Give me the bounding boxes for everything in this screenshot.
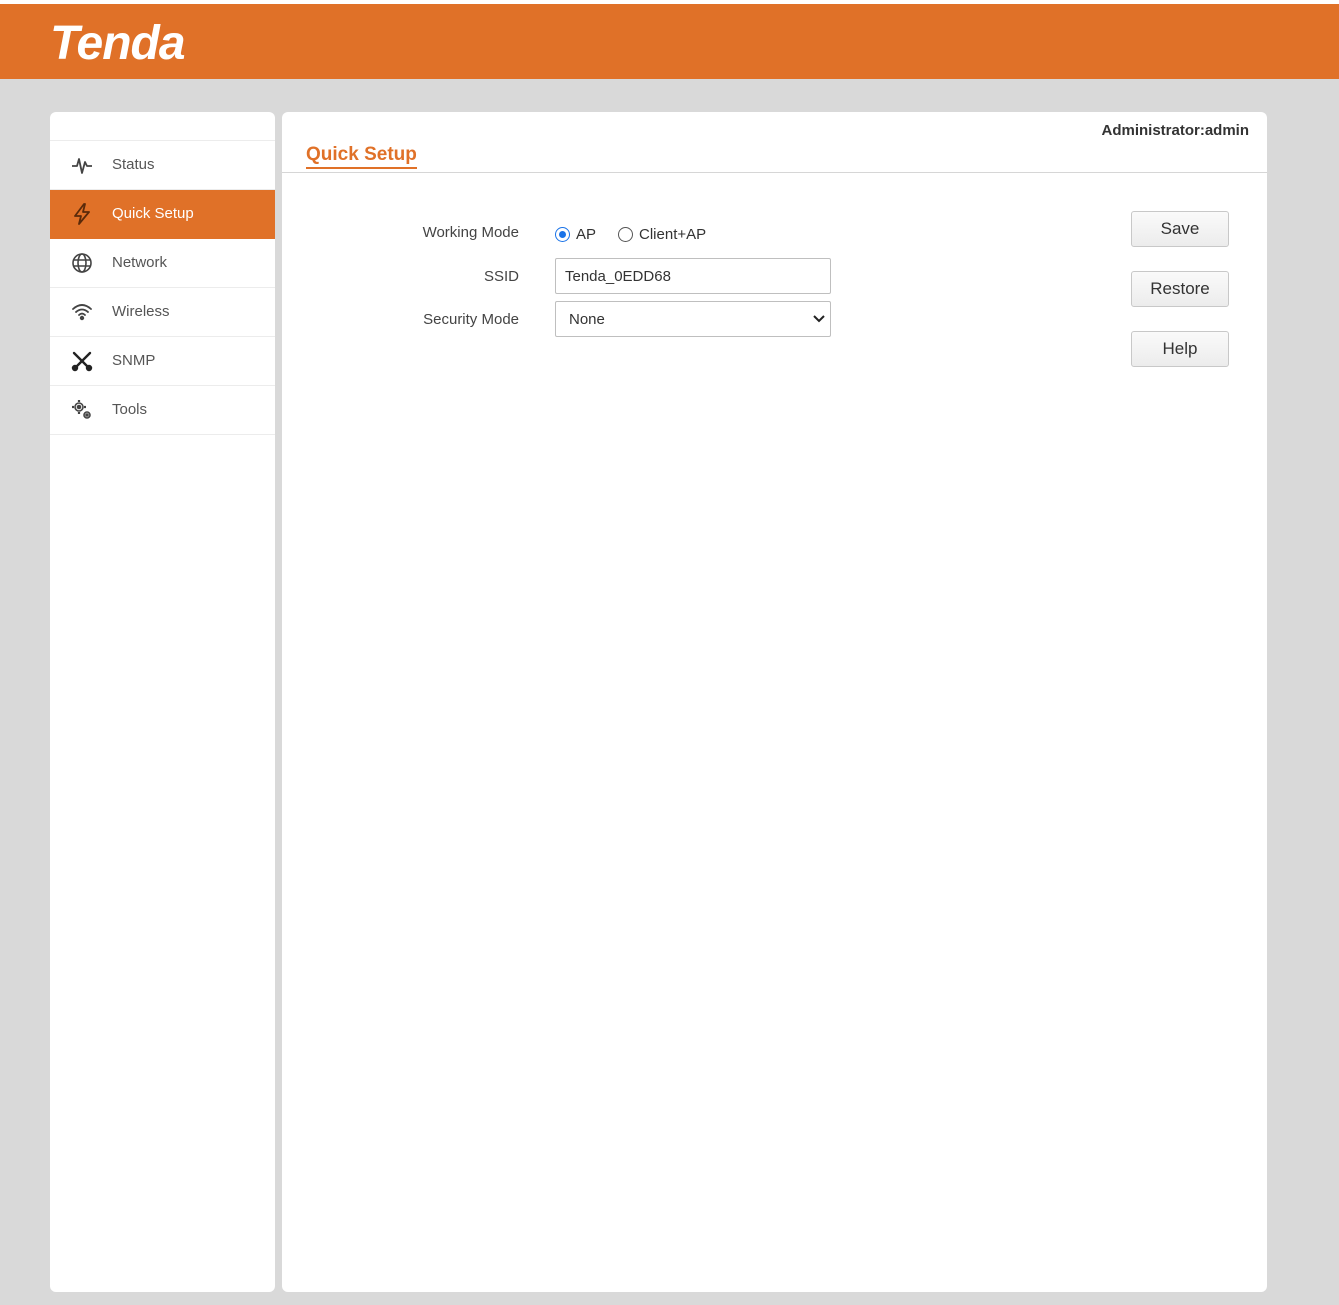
restore-button[interactable]: Restore — [1131, 271, 1229, 307]
sidebar-item-label: Tools — [112, 401, 148, 418]
pulse-icon — [70, 153, 94, 177]
page-title: Quick Setup — [306, 144, 417, 169]
main-panel: Administrator:admin Quick Setup Working … — [282, 112, 1267, 1292]
sidebar-item-tools[interactable]: Tools — [50, 386, 275, 435]
gears-icon — [70, 398, 94, 422]
sidebar-item-label: Quick Setup — [112, 205, 194, 222]
sidebar-item-status[interactable]: Status — [50, 141, 275, 190]
sidebar-item-label: SNMP — [112, 352, 156, 369]
sidebar-item-label: Wireless — [112, 303, 170, 320]
sidebar-spacer — [50, 112, 275, 141]
wifi-icon — [70, 300, 94, 324]
sidebar-item-label: Network — [112, 254, 168, 271]
app-header: Tenda — [0, 4, 1339, 79]
security-mode-select[interactable]: None — [555, 301, 831, 337]
security-mode-value: None — [569, 311, 605, 328]
security-mode-label: Security Mode — [423, 311, 519, 328]
tools-cross-icon — [70, 349, 94, 373]
admin-user-label: Administrator:admin — [1101, 122, 1249, 139]
ssid-label: SSID — [483, 268, 519, 285]
help-button[interactable]: Help — [1131, 331, 1229, 367]
save-button[interactable]: Save — [1131, 211, 1229, 247]
sidebar-item-wireless[interactable]: Wireless — [50, 288, 275, 337]
chevron-down-icon — [812, 312, 826, 326]
sidebar-item-network[interactable]: Network — [50, 239, 275, 288]
ssid-input[interactable] — [555, 258, 831, 294]
working-mode-radio-group: AP Client+AP — [555, 226, 728, 243]
sidebar-item-label: Status — [112, 156, 155, 173]
lightning-icon — [70, 202, 94, 226]
radio-ap-checked[interactable] — [555, 227, 570, 242]
tenda-logo[interactable]: Tenda — [50, 16, 186, 71]
sidebar: Status Quick Setup Network Wireless SNMP… — [50, 112, 275, 1292]
radio-ap-label: AP — [576, 226, 597, 243]
title-divider — [282, 172, 1267, 173]
sidebar-item-snmp[interactable]: SNMP — [50, 337, 275, 386]
radio-client-ap-label: Client+AP — [639, 226, 707, 243]
radio-ap[interactable]: AP — [555, 226, 596, 243]
radio-client-ap-unchecked[interactable] — [618, 227, 634, 242]
sidebar-item-quick-setup[interactable]: Quick Setup — [50, 190, 275, 239]
radio-client-ap[interactable]: Client+AP — [618, 226, 706, 243]
globe-icon — [70, 251, 94, 275]
working-mode-label: Working Mode — [422, 224, 519, 241]
